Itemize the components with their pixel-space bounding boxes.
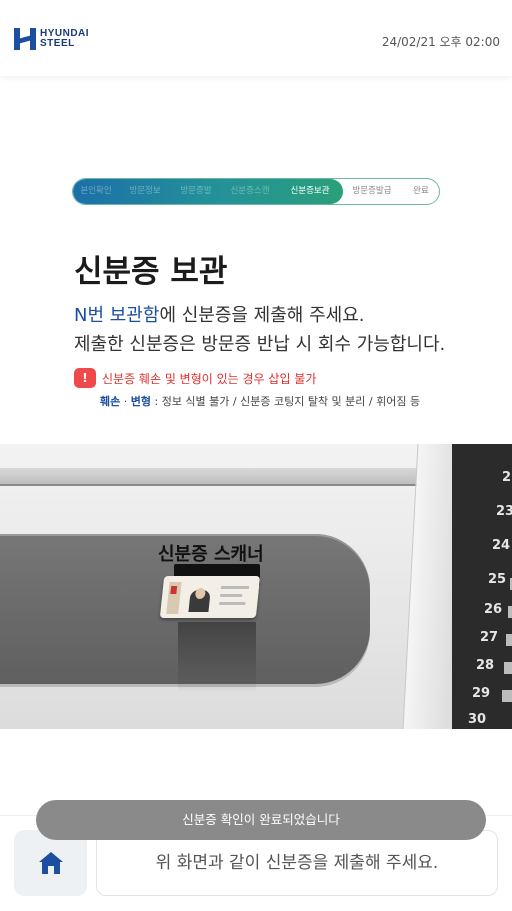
locker-number: 30 [468,712,487,727]
warning-text: 신분증 훼손 및 변형이 있는 경우 삽입 불가 [102,371,317,386]
warning-detail-separator: · [120,395,131,408]
locker-number: 26 [484,602,503,617]
logo-mark-icon [14,28,36,50]
step-visit-info: 방문정보 [129,186,161,196]
locker-number: 22 [502,470,512,485]
step-id-storage: 신분증보관 [290,186,330,196]
step-id-scan: 신분증스캔 [230,186,270,196]
progress-steps: 본인확인 방문정보 방문증발 신분증스캔 신분증보관 방문증발급 완료 [72,178,440,205]
scanner-label: 신분증 스캐너 [158,544,264,565]
scanner-illustration: 신분증 스캐너 22 23 24 25 26 27 28 29 30 [0,444,512,729]
id-card-image [159,576,261,618]
toast-notification: 신분증 확인이 완료되었습니다 [36,800,486,840]
locker-number: 25 [488,572,507,587]
warning-icon: ! [74,368,96,388]
scanner-rail [0,468,440,486]
warning-row: ! 신분증 훼손 및 변형이 있는 경우 삽입 불가 [74,368,316,388]
locker-number: 28 [476,658,495,673]
home-icon [38,852,63,874]
warning-detail-damage: 훼손 [100,395,121,408]
instruction-line-2: 제출한 신분증은 방문증 반납 시 회수 가능합니다. [74,334,446,355]
logo-text-line2: STEEL [40,38,75,49]
step-identity-check: 본인확인 [80,186,112,196]
page-title: 신분증 보관 [74,254,228,290]
locker-number: 24 [492,538,511,553]
card-shadow [178,622,256,692]
step-complete: 완료 [413,186,429,196]
locker-number: 29 [472,686,491,701]
hyundai-steel-logo: HYUNDAI STEEL [14,28,89,50]
instruction-line-1: N번 보관함에 신분증을 제출해 주세요. [74,301,364,327]
step-pass-issue-1: 방문증발 [180,186,212,196]
datetime-display: 24/02/21 오후 02:00 [381,35,500,49]
warning-detail: 훼손 · 변형 : 정보 식별 불가 / 신분증 코팅지 탈착 및 분리 / 휘… [100,393,420,409]
locker-number: 23 [496,504,512,519]
instruction-text: 에 신분증을 제출해 주세요. [159,305,365,326]
locker-rack: 22 23 24 25 26 27 28 29 30 [452,444,512,729]
step-pass-issue: 방문증발급 [352,186,392,196]
warning-detail-text: : 정보 식별 불가 / 신분증 코팅지 탈착 및 분리 / 휘어짐 등 [151,395,421,408]
locker-number: 27 [480,630,499,645]
app-header: HYUNDAI STEEL 24/02/21 오후 02:00 [0,0,512,76]
warning-detail-deform: 변형 [130,395,151,408]
locker-number-highlight: N번 보관함 [74,305,160,326]
